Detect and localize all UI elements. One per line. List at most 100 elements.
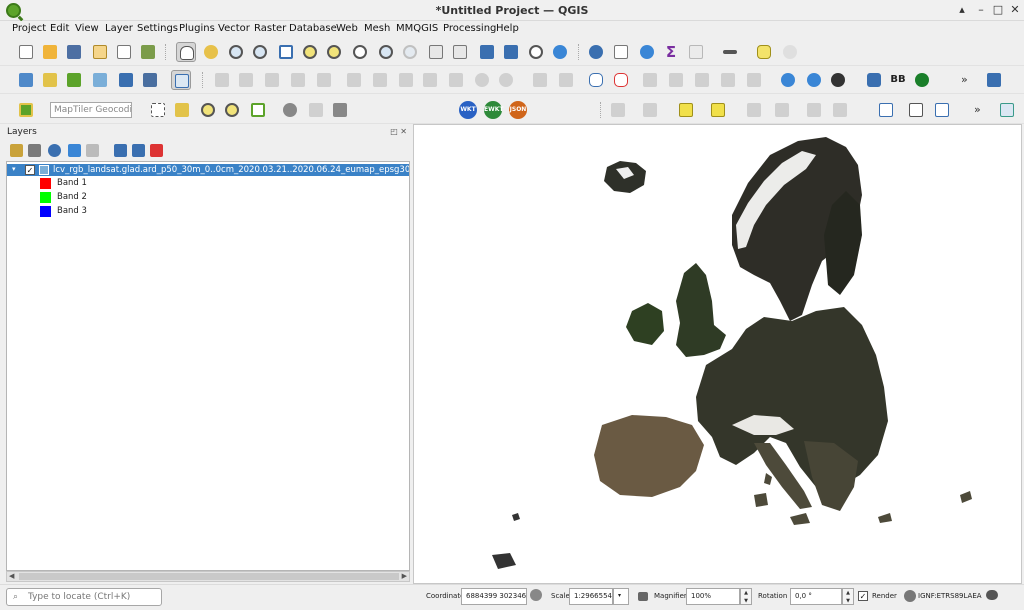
data-source-manager-icon[interactable] bbox=[16, 70, 36, 90]
minimize-button[interactable]: ▴ bbox=[954, 2, 970, 18]
raster-layer-icon[interactable] bbox=[140, 70, 160, 90]
xy-coordinates-icon[interactable] bbox=[306, 100, 326, 120]
scale-field[interactable]: 1:29665548 bbox=[569, 588, 613, 605]
save-edits-icon[interactable] bbox=[262, 70, 282, 90]
scale-dropdown-arrow[interactable]: ▾ bbox=[613, 588, 629, 605]
layer-item-landsat[interactable]: ▾ ✓ lcv_rgb_landsat.glad.ard_p50_30m_0..… bbox=[7, 164, 409, 176]
digitizing-tool-icon[interactable] bbox=[744, 100, 764, 120]
snapping-icon[interactable] bbox=[804, 100, 824, 120]
filter-expression-icon[interactable] bbox=[86, 144, 99, 157]
pan-to-selection-icon[interactable] bbox=[201, 42, 221, 62]
delete-selected-icon[interactable] bbox=[370, 70, 390, 90]
add-feature-icon[interactable] bbox=[288, 70, 308, 90]
restore-button[interactable]: – bbox=[973, 2, 989, 18]
select-all-icon[interactable] bbox=[640, 100, 660, 120]
change-label-icon[interactable] bbox=[744, 70, 764, 90]
panel-float-close-buttons[interactable]: ◰ ✕ bbox=[390, 127, 407, 136]
crs-globe-icon[interactable] bbox=[904, 590, 916, 602]
zoom-next-icon[interactable] bbox=[400, 42, 420, 62]
label-pin-icon[interactable] bbox=[556, 70, 576, 90]
info-icon[interactable] bbox=[912, 70, 932, 90]
binoculars-icon[interactable] bbox=[828, 70, 848, 90]
menu-help[interactable]: Help bbox=[496, 23, 519, 34]
show-bookmarks-icon[interactable] bbox=[501, 42, 521, 62]
labeling-abc-icon[interactable] bbox=[611, 70, 631, 90]
scroll-right-arrow[interactable]: ▶ bbox=[402, 572, 407, 580]
search-zoom-icon[interactable] bbox=[198, 100, 218, 120]
menu-vector[interactable]: Vector bbox=[218, 23, 250, 34]
toolbar-overflow-button[interactable]: » bbox=[961, 73, 968, 86]
coordinate-toggle-icon[interactable] bbox=[528, 587, 544, 603]
menu-raster[interactable]: Raster bbox=[254, 23, 286, 34]
search-options-icon[interactable] bbox=[222, 100, 242, 120]
zoom-in-icon[interactable] bbox=[226, 42, 246, 62]
statistics-sigma-icon[interactable]: Σ bbox=[661, 42, 681, 62]
annotation-pointer-icon[interactable] bbox=[906, 100, 926, 120]
identify-features-icon[interactable] bbox=[586, 42, 606, 62]
scroll-thumb[interactable] bbox=[19, 573, 399, 580]
expand-all-icon[interactable] bbox=[114, 144, 127, 157]
menu-project[interactable]: Project bbox=[12, 23, 46, 34]
add-layer-icon[interactable] bbox=[116, 70, 136, 90]
bounding-box-button[interactable]: BB bbox=[888, 70, 908, 90]
json-badge[interactable]: JSON bbox=[509, 101, 527, 119]
menu-database[interactable]: Database bbox=[289, 23, 337, 34]
close-button[interactable]: ✕ bbox=[1007, 2, 1023, 18]
save-project-icon[interactable] bbox=[64, 42, 84, 62]
toolbox-gear-icon[interactable] bbox=[637, 42, 657, 62]
new-3d-view-icon[interactable] bbox=[450, 42, 470, 62]
menu-edit[interactable]: Edit bbox=[50, 23, 69, 34]
deselect-icon[interactable] bbox=[608, 100, 628, 120]
rotation-field[interactable]: 0,0 ° bbox=[790, 588, 842, 605]
plugin-squares-icon[interactable] bbox=[16, 100, 36, 120]
annotation-move-icon[interactable] bbox=[932, 100, 952, 120]
refresh-icon[interactable] bbox=[550, 42, 570, 62]
zoom-to-layer-icon[interactable] bbox=[324, 42, 344, 62]
pan-map-icon[interactable] bbox=[176, 42, 196, 62]
vertex-tool-icon[interactable] bbox=[314, 70, 334, 90]
new-project-icon[interactable] bbox=[16, 42, 36, 62]
attribute-table-icon[interactable] bbox=[686, 42, 706, 62]
render-checkbox[interactable]: ✓ bbox=[858, 591, 868, 601]
python-console-icon[interactable] bbox=[864, 70, 884, 90]
filter-icon[interactable] bbox=[68, 144, 81, 157]
magnifier-field[interactable]: 100% bbox=[686, 588, 740, 605]
zoom-full-icon[interactable] bbox=[276, 42, 296, 62]
scroll-left-arrow[interactable]: ◀ bbox=[9, 572, 14, 580]
select-by-location-icon[interactable] bbox=[172, 100, 192, 120]
help-icon[interactable] bbox=[984, 70, 1004, 90]
messages-icon[interactable] bbox=[984, 588, 1000, 604]
globe-search-icon[interactable] bbox=[804, 70, 824, 90]
temporal-controller-icon[interactable] bbox=[526, 42, 546, 62]
horizontal-scrollbar[interactable]: ◀ ▶ bbox=[6, 571, 410, 582]
undo-icon[interactable] bbox=[472, 70, 492, 90]
measure-icon[interactable] bbox=[720, 42, 740, 62]
web-globe-icon[interactable] bbox=[280, 100, 300, 120]
menu-mmqgis[interactable]: MMQGIS bbox=[396, 23, 438, 34]
virtual-layer-icon[interactable] bbox=[171, 70, 191, 90]
show-hide-labels-icon[interactable] bbox=[666, 70, 686, 90]
maximize-button[interactable]: □ bbox=[990, 2, 1006, 18]
menu-plugins[interactable]: Plugins bbox=[179, 23, 215, 34]
select-features-icon[interactable] bbox=[676, 100, 696, 120]
pencil-icon[interactable] bbox=[236, 70, 256, 90]
toggle-editing-icon[interactable] bbox=[212, 70, 232, 90]
menu-layer[interactable]: Layer bbox=[105, 23, 133, 34]
menu-web[interactable]: Web bbox=[336, 23, 358, 34]
collapse-arrow-icon[interactable]: ▾ bbox=[12, 165, 16, 173]
new-map-view-icon[interactable] bbox=[426, 42, 446, 62]
add-delimited-text-layer-icon[interactable] bbox=[64, 70, 84, 90]
layer-labeling-icon[interactable] bbox=[586, 70, 606, 90]
locator-search-input[interactable]: ⌕ Type to locate (Ctrl+K) bbox=[6, 588, 162, 606]
style-brush-icon[interactable] bbox=[10, 144, 23, 157]
bookmark-icon[interactable] bbox=[477, 42, 497, 62]
add-group-icon[interactable] bbox=[28, 144, 41, 157]
locator-icon[interactable] bbox=[780, 42, 800, 62]
map-canvas[interactable] bbox=[413, 124, 1022, 584]
wkt-badge[interactable]: WKT bbox=[459, 101, 477, 119]
manage-visibility-icon[interactable] bbox=[48, 144, 61, 157]
remove-layer-icon[interactable] bbox=[150, 144, 163, 157]
magnifier-spinner[interactable]: ▲ ▼ bbox=[740, 588, 752, 605]
new-print-layout-icon[interactable] bbox=[90, 42, 110, 62]
collapse-all-icon[interactable] bbox=[132, 144, 145, 157]
